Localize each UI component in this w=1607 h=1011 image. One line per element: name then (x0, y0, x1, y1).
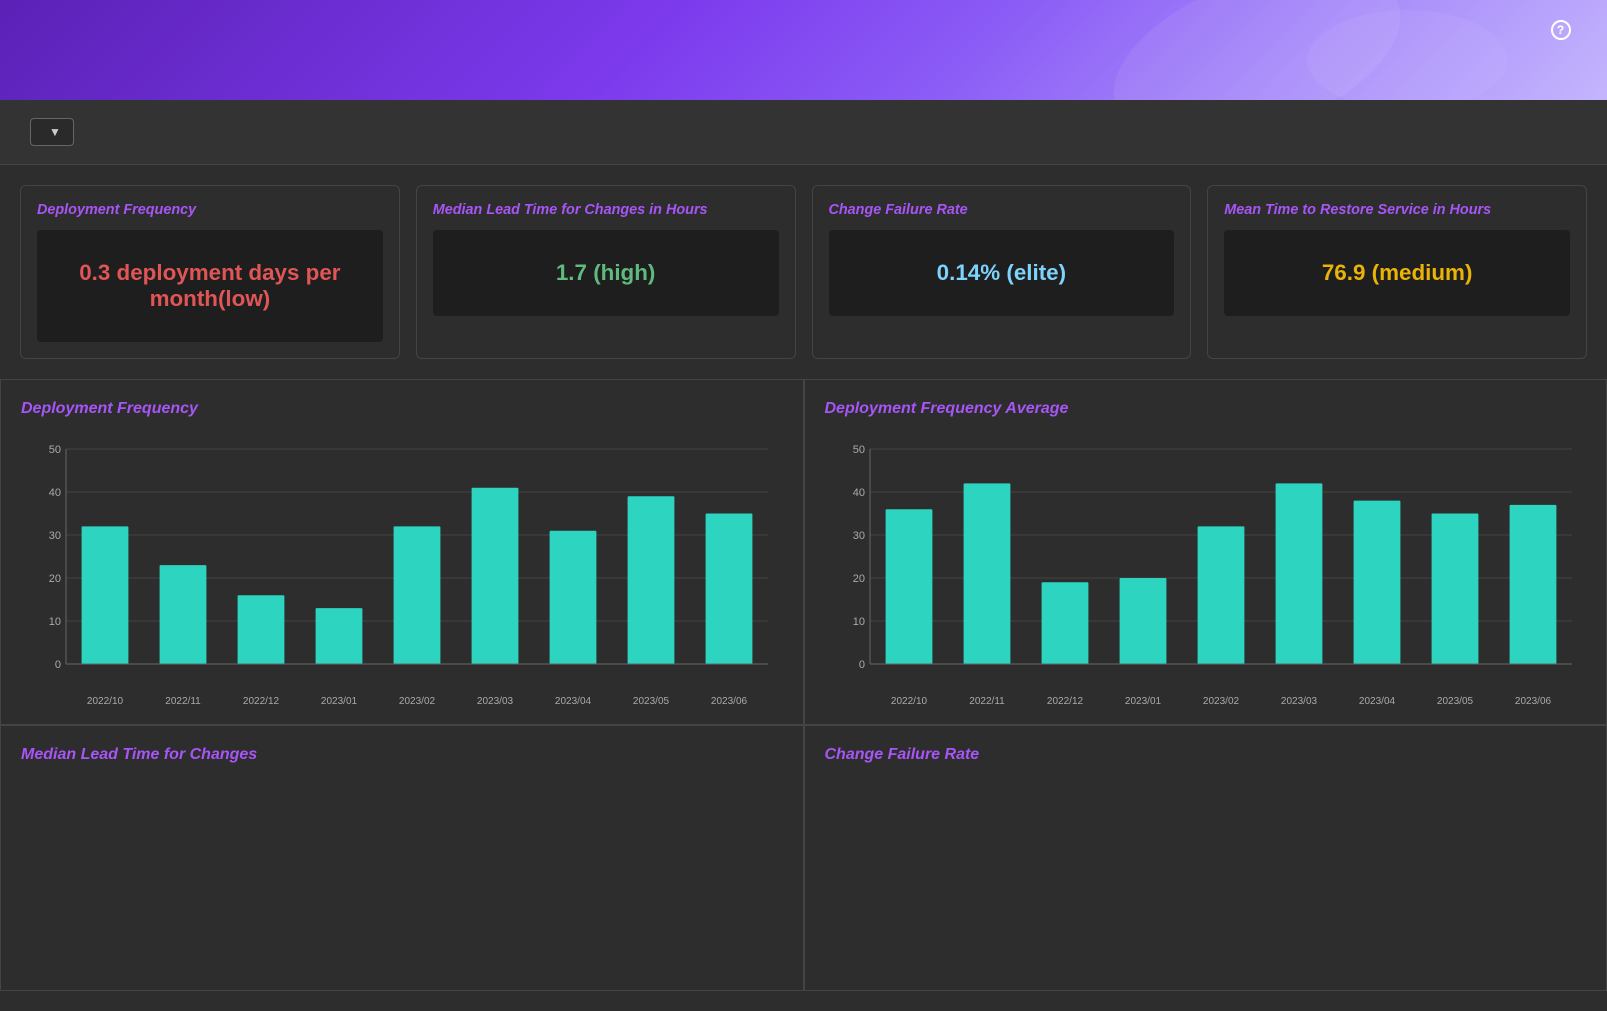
svg-text:2023/06: 2023/06 (1514, 696, 1551, 707)
svg-text:2023/01: 2023/01 (321, 696, 358, 707)
header-bg-shape2 (1307, 10, 1507, 100)
chart-svg-median-lead-time-chart (21, 780, 783, 980)
svg-text:40: 40 (852, 487, 864, 499)
chart-panel-change-failure-rate-chart: Change Failure Rate (804, 725, 1607, 991)
svg-text:30: 30 (49, 530, 61, 542)
svg-text:2022/12: 2022/12 (243, 696, 280, 707)
svg-text:2022/11: 2022/11 (969, 696, 1005, 707)
svg-text:2023/06: 2023/06 (711, 696, 748, 707)
chart-container-deployment-frequency-avg-chart: 0 10 20 30 40 50 2022/10 2022/11 2022/12 2023/01 2… (825, 434, 1587, 714)
svg-text:2023/02: 2023/02 (399, 696, 436, 707)
svg-text:2023/05: 2023/05 (1436, 696, 1473, 707)
chart-container-deployment-frequency-chart: 0 10 20 30 40 50 2022/10 2022/11 2022/12 2023/01 2… (21, 434, 783, 714)
header: ? (0, 0, 1607, 100)
svg-text:30: 30 (852, 530, 864, 542)
chart-panel-median-lead-time-chart: Median Lead Time for Changes (0, 725, 804, 991)
metric-value-deployment-frequency: 0.3 deployment days per month(low) (37, 230, 383, 342)
svg-text:2023/03: 2023/03 (477, 696, 514, 707)
chart-panel-deployment-frequency-chart: Deployment Frequency 0 10 20 30 40 50 2022/10 2… (0, 379, 804, 725)
charts-section: Deployment Frequency 0 10 20 30 40 50 2022/10 2… (0, 379, 1607, 1011)
chart-title-deployment-frequency-chart: Deployment Frequency (21, 400, 783, 418)
metric-card-lead-time: Median Lead Time for Changes in Hours 1.… (416, 185, 796, 359)
chart-container-median-lead-time-chart (21, 780, 783, 980)
metrics-row: Deployment Frequency 0.3 deployment days… (0, 165, 1607, 379)
chart-svg-deployment-frequency-chart: 0 10 20 30 40 50 2022/10 2022/11 2022/12 2023/01 2… (21, 434, 783, 714)
metric-card-deployment-frequency: Deployment Frequency 0.3 deployment days… (20, 185, 400, 359)
metric-card-change-failure-rate: Change Failure Rate 0.14% (elite) (812, 185, 1192, 359)
metric-value-lead-time: 1.7 (high) (433, 230, 779, 316)
svg-text:2022/10: 2022/10 (890, 696, 927, 707)
svg-text:20: 20 (852, 573, 864, 585)
support-icon: ? (1551, 20, 1571, 40)
charts-row-top: Deployment Frequency 0 10 20 30 40 50 2022/10 2… (0, 379, 1607, 725)
svg-text:50: 50 (49, 444, 61, 456)
svg-text:2022/10: 2022/10 (87, 696, 124, 707)
svg-text:20: 20 (49, 573, 61, 585)
svg-text:0: 0 (55, 659, 61, 671)
svg-text:2023/05: 2023/05 (633, 696, 670, 707)
svg-text:2022/11: 2022/11 (165, 696, 201, 707)
chart-title-change-failure-rate-chart: Change Failure Rate (825, 746, 1587, 764)
chart-svg-deployment-frequency-avg-chart: 0 10 20 30 40 50 2022/10 2022/11 2022/12 2023/01 2… (825, 434, 1587, 714)
svg-text:2023/04: 2023/04 (1358, 696, 1395, 707)
charts-row-bottom: Median Lead Time for Changes Change Fail… (0, 725, 1607, 991)
svg-text:2023/04: 2023/04 (555, 696, 592, 707)
chart-title-deployment-frequency-avg-chart: Deployment Frequency Average (825, 400, 1587, 418)
chart-panel-deployment-frequency-avg-chart: Deployment Frequency Average 0 10 20 30 40 50… (804, 379, 1607, 725)
svg-text:2023/01: 2023/01 (1124, 696, 1161, 707)
svg-text:50: 50 (852, 444, 864, 456)
metric-title-change-failure-rate: Change Failure Rate (829, 202, 1175, 218)
chevron-down-icon[interactable]: ▼ (49, 125, 61, 139)
chart-container-change-failure-rate-chart (825, 780, 1587, 980)
svg-text:10: 10 (852, 616, 864, 628)
metric-title-lead-time: Median Lead Time for Changes in Hours (433, 202, 779, 218)
metric-value-change-failure-rate: 0.14% (elite) (829, 230, 1175, 316)
svg-text:2023/03: 2023/03 (1280, 696, 1317, 707)
controls-bar: ▼ (0, 100, 1607, 165)
svg-text:2023/02: 2023/02 (1202, 696, 1239, 707)
svg-text:40: 40 (49, 487, 61, 499)
chart-svg-change-failure-rate-chart (825, 780, 1587, 980)
svg-text:10: 10 (49, 616, 61, 628)
metric-title-mean-time-restore: Mean Time to Restore Service in Hours (1224, 202, 1570, 218)
support-button[interactable]: ? (1551, 20, 1577, 40)
chart-title-median-lead-time-chart: Median Lead Time for Changes (21, 746, 783, 764)
metric-value-mean-time-restore: 76.9 (medium) (1224, 230, 1570, 316)
metric-card-mean-time-restore: Mean Time to Restore Service in Hours 76… (1207, 185, 1587, 359)
svg-text:2022/12: 2022/12 (1046, 696, 1083, 707)
svg-text:0: 0 (858, 659, 864, 671)
metric-title-deployment-frequency: Deployment Frequency (37, 202, 383, 218)
